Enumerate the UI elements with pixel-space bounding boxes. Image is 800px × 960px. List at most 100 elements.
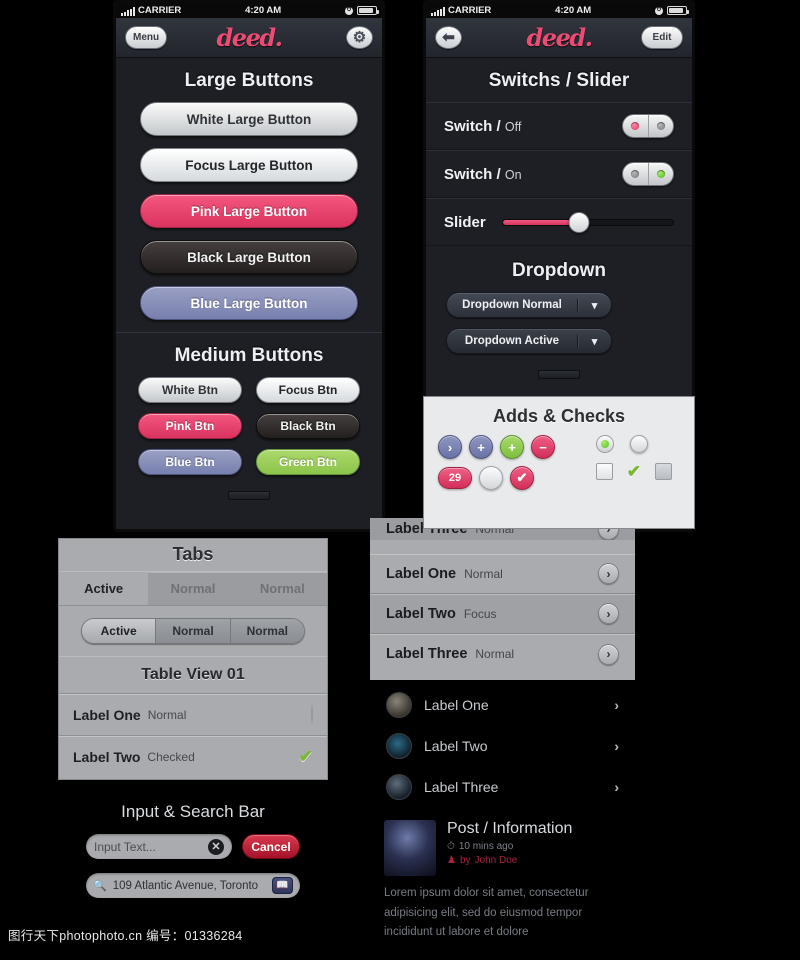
table-row-label: Label One (73, 706, 141, 723)
pink-large-button[interactable]: Pink Large Button (140, 194, 358, 228)
slider-row: Slider (426, 198, 692, 246)
chevron-right-circle-icon[interactable]: › (438, 435, 462, 459)
chevron-right-icon[interactable]: › (614, 738, 619, 754)
watermark: 图行天下photophoto.cn 编号：01336284 (8, 929, 243, 943)
slider-knob[interactable] (568, 211, 590, 233)
tab-bar: Active Normal Normal (59, 571, 327, 606)
clear-circle-icon[interactable]: ✕ (208, 838, 224, 855)
blue-large-button[interactable]: Blue Large Button (140, 286, 358, 320)
label-row-sub: Normal (475, 647, 515, 661)
check-circle-icon[interactable]: ✔ (510, 466, 534, 490)
list-item[interactable]: Label Two › (370, 725, 635, 766)
dropdown-active[interactable]: Dropdown Active ▾ (446, 328, 612, 354)
label-row-three[interactable]: Label Three Normal › (370, 634, 635, 674)
battery-icon (356, 6, 379, 15)
segment-normal-1[interactable]: Normal (155, 619, 230, 643)
focus-large-button[interactable]: Focus Large Button (140, 148, 358, 182)
tabs-table-card: Tabs Active Normal Normal Active Normal … (58, 538, 328, 780)
home-indicator-left (116, 485, 382, 508)
white-large-button[interactable]: White Large Button (140, 102, 358, 136)
post-header: Post / Information ⏱ 10 mins ago ♟ by Jo… (370, 810, 635, 882)
carrier-label: CARRIER (138, 5, 182, 16)
large-buttons-title: Large Buttons (184, 70, 314, 91)
switch-off-toggle[interactable] (622, 114, 674, 138)
switch-on-label: Switch / On (444, 166, 522, 183)
navbar-right: ⬅ deed. Edit (426, 18, 692, 58)
switch-row-off: Switch / Off (426, 102, 692, 150)
black-btn[interactable]: Black Btn (256, 413, 360, 439)
radio-selected-icon[interactable] (595, 435, 614, 453)
minus-circle-icon[interactable]: − (531, 435, 555, 459)
blue-btn[interactable]: Blue Btn (138, 449, 242, 475)
led-grey-icon (631, 170, 640, 178)
menu-button[interactable]: Menu (125, 26, 168, 49)
tab-normal-2[interactable]: Normal (237, 572, 327, 605)
label-row-two[interactable]: Label Two Focus › (370, 594, 635, 634)
tab-active[interactable]: Active (59, 572, 149, 605)
segment-normal-2[interactable]: Normal (229, 619, 304, 643)
plus-circle-green-icon[interactable]: + (500, 435, 524, 459)
navbar-left: Menu deed. ⚙ (116, 18, 382, 58)
chevron-right-icon[interactable]: › (598, 643, 619, 665)
clock-label: 4:20 AM (245, 5, 282, 16)
pink-btn[interactable]: Pink Btn (138, 413, 242, 439)
segmented-control: Active Normal Normal (81, 618, 305, 644)
label-row-sub: Normal (464, 566, 503, 581)
segment-active[interactable]: Active (82, 619, 156, 643)
post-information-section: Post / Information ⏱ 10 mins ago ♟ by Jo… (370, 810, 635, 943)
text-input[interactable]: Input Text... ✕ (86, 834, 232, 859)
table-row[interactable]: Label Two Checked ✔ (59, 736, 327, 778)
bookmark-book-icon[interactable]: 📖 (272, 877, 293, 894)
slider-control[interactable] (501, 211, 674, 233)
switches-slider-title: Switchs / Slider (488, 70, 630, 91)
tab-normal-1[interactable]: Normal (148, 572, 238, 605)
back-button[interactable]: ⬅ (435, 26, 462, 49)
plus-circle-blue-icon[interactable]: + (469, 435, 493, 459)
post-avatar (384, 820, 436, 876)
adds-checks-title: Adds & Checks (492, 406, 626, 426)
status-bar-right: CARRIER 4:20 AM ⏱ (426, 3, 692, 18)
post-author-name[interactable]: John Doe (475, 855, 518, 866)
post-body: Lorem ipsum dolor sit amet, consectetur … (384, 887, 589, 939)
post-time: ⏱ 10 mins ago (447, 841, 572, 852)
cancel-button[interactable]: Cancel (242, 834, 300, 859)
green-btn[interactable]: Green Btn (256, 449, 360, 475)
switch-on-toggle[interactable] (622, 162, 674, 186)
input-row: Input Text... ✕ Cancel (58, 834, 328, 873)
settings-button[interactable]: ⚙ (346, 26, 373, 49)
post-by-label: by (459, 855, 471, 866)
black-large-button[interactable]: Black Large Button (140, 240, 358, 274)
list-item[interactable]: Label Three › (370, 766, 635, 807)
carrier-label: CARRIER (448, 5, 492, 16)
label-row-one[interactable]: Label One Normal › (370, 554, 635, 594)
checkbox-row: ✔ (595, 463, 672, 480)
search-bar[interactable]: 🔍 109 Atlantic Avenue, Toronto 📖 (86, 873, 300, 898)
switch-off-label: Switch / Off (444, 118, 521, 135)
chevron-right-icon[interactable]: › (614, 697, 619, 713)
dropdown-normal[interactable]: Dropdown Normal ▾ (446, 292, 612, 318)
screenshot-root: CARRIER 4:20 AM ⏱ Menu deed. ⚙ Large But… (0, 0, 800, 960)
chevron-right-icon[interactable]: › (598, 563, 619, 584)
focus-btn[interactable]: Focus Btn (256, 377, 360, 403)
avatar (386, 691, 412, 718)
list-item[interactable]: Label One › (370, 684, 635, 725)
search-icon: 🔍 (93, 880, 107, 892)
label-row-title: Label One (386, 565, 457, 582)
checkbox-empty-icon[interactable] (595, 463, 613, 480)
chevron-right-icon[interactable]: › (614, 779, 619, 795)
list-item-label: Label Two (424, 737, 488, 754)
blank-circle-icon[interactable] (479, 466, 503, 490)
post-title: Post / Information (447, 820, 573, 837)
radio-empty-icon[interactable] (629, 435, 648, 453)
radio-empty-icon[interactable] (311, 704, 313, 724)
checkbox-checked-icon[interactable]: ✔ (627, 463, 641, 480)
table-row[interactable]: Label One Normal (59, 694, 327, 736)
adds-checks-card: Adds & Checks › + + − 29 ✔ ✔ (423, 396, 695, 529)
white-btn[interactable]: White Btn (138, 377, 242, 403)
led-green-icon (656, 170, 665, 178)
input-search-section: Input & Search Bar Input Text... ✕ Cance… (58, 788, 328, 898)
dropdown-active-label: Dropdown Active (464, 335, 560, 347)
status-bar-left: CARRIER 4:20 AM ⏱ (116, 3, 382, 18)
edit-button[interactable]: Edit (641, 26, 683, 49)
chevron-right-icon[interactable]: › (598, 603, 619, 624)
